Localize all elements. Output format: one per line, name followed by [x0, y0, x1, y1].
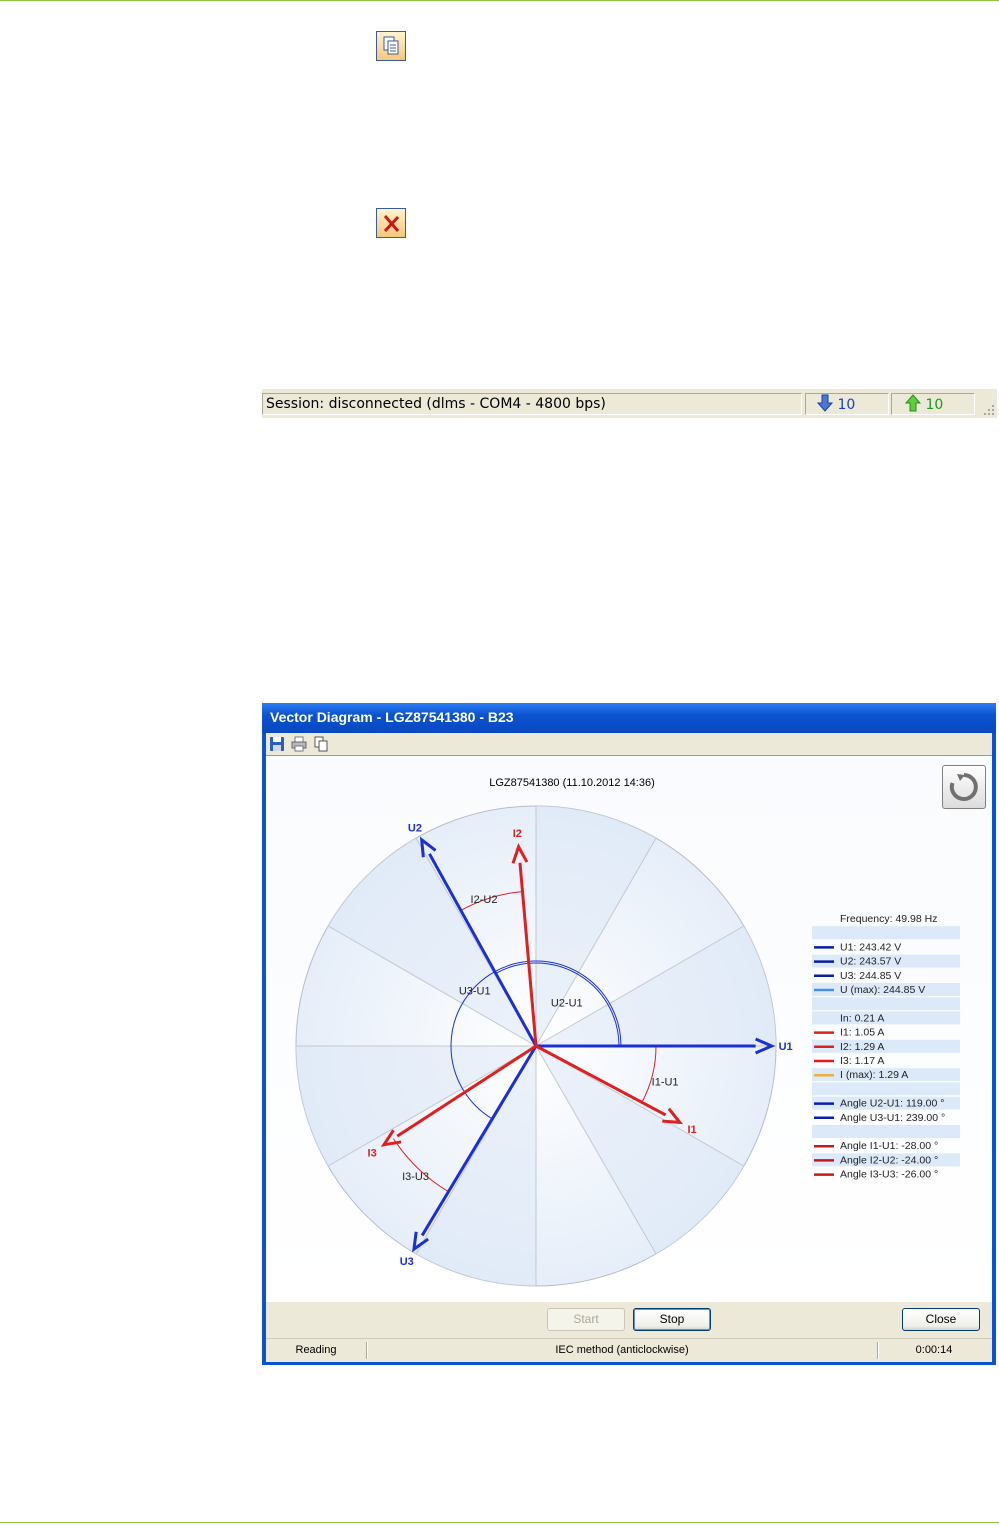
resize-grip-icon[interactable]: [983, 404, 995, 416]
delete-icon: [376, 208, 406, 238]
reading-status: Reading: [295, 1344, 337, 1356]
vector-label-i1: I1: [688, 1124, 697, 1136]
angle-label: U3-U1: [459, 986, 491, 998]
vector-label-i2: I2: [513, 828, 522, 840]
window-client: LGZ87541380 (11.10.2012 14:36) U2-U1 U3-U…: [266, 733, 992, 1362]
arrow-up-icon: [904, 394, 922, 412]
legend-item: Angle U3-U1: 239.00 °: [840, 1112, 945, 1124]
legend-row-bg: [812, 926, 960, 940]
legend-item: Angle I3-U3: -26.00 °: [840, 1169, 938, 1181]
legend-item: Angle I2-U2: -24.00 °: [840, 1154, 938, 1166]
print-icon[interactable]: [291, 736, 307, 752]
legend-item: U (max): 244.85 V: [840, 984, 925, 996]
refresh-icon: [949, 773, 978, 801]
bottom-rule: [0, 1522, 999, 1523]
dialog-button-bar: Start Stop Close: [266, 1302, 992, 1338]
legend-item: In: 0.21 A: [840, 1012, 884, 1024]
legend-item: Angle U2-U1: 119.00 °: [840, 1098, 944, 1110]
legend-row-bg: [812, 1082, 960, 1096]
angle-label: U2-U1: [551, 998, 583, 1010]
session-status-text: Session: disconnected (dlms - COM4 - 480…: [262, 393, 802, 415]
angle-label: I2-U2: [471, 894, 498, 906]
elapsed-time: 0:00:14: [915, 1344, 953, 1356]
legend-row-bg: [812, 1125, 960, 1138]
legend-item: Frequency: 49.98 Hz: [840, 913, 937, 925]
download-count: 10: [837, 397, 856, 413]
vector-diagram: LGZ87541380 (11.10.2012 14:36) U2-U1 U3-U…: [295, 777, 960, 1287]
legend-item: I1: 1.05 A: [840, 1027, 884, 1039]
start-button[interactable]: Start: [547, 1308, 625, 1331]
refresh-button[interactable]: [942, 765, 986, 809]
dialog-statusbar: Reading IEC method (anticlockwise) 0:00:…: [266, 1338, 992, 1362]
legend-item: U3: 244.85 V: [840, 970, 901, 982]
legend-row-bg: [812, 1011, 960, 1025]
arrow-down-icon: [816, 394, 834, 412]
vector-label-u1: U1: [779, 1041, 793, 1053]
method-status: IEC method (anticlockwise): [555, 1344, 689, 1356]
vector-label-u3: U3: [400, 1256, 414, 1268]
legend-item: U1: 243.42 V: [840, 941, 901, 953]
vector-label-u2: U2: [408, 823, 422, 835]
angle-label: I1-U1: [652, 1076, 679, 1088]
copy-icon[interactable]: [313, 736, 329, 752]
legend-item: I (max): 1.29 A: [840, 1069, 908, 1081]
close-button[interactable]: Close: [902, 1308, 980, 1331]
legend-item: I3: 1.17 A: [840, 1055, 884, 1067]
window-title: Vector Diagram - LGZ87541380 - B23: [270, 709, 514, 725]
window-titlebar[interactable]: Vector Diagram - LGZ87541380 - B23: [262, 703, 996, 733]
save-icon[interactable]: [269, 736, 285, 752]
upload-count: 10: [925, 397, 944, 413]
angle-label: I3-U3: [402, 1171, 429, 1183]
legend-item: U2: 243.57 V: [840, 956, 901, 968]
stop-button[interactable]: Stop: [633, 1308, 711, 1331]
chart-title: LGZ87541380 (11.10.2012 14:36): [489, 777, 655, 789]
legend-item: Angle I1-U1: -28.00 °: [840, 1140, 938, 1152]
download-counter: 10: [805, 393, 889, 415]
legend-row-bg: [812, 997, 960, 1011]
upload-counter: 10: [891, 393, 975, 415]
legend-row-bg: [812, 1039, 960, 1053]
legend-item: I2: 1.29 A: [840, 1041, 884, 1053]
top-rule: [0, 0, 999, 1]
vector-label-i3: I3: [368, 1147, 377, 1159]
diagram-canvas: LGZ87541380 (11.10.2012 14:36) U2-U1 U3-U…: [266, 756, 992, 1302]
vector-diagram-window: Vector Diagram - LGZ87541380 - B23 LGZ87…: [262, 703, 996, 1365]
toolbar: [266, 733, 992, 756]
copy-icon: [376, 31, 406, 61]
session-statusbar: Session: disconnected (dlms - COM4 - 480…: [262, 388, 997, 418]
